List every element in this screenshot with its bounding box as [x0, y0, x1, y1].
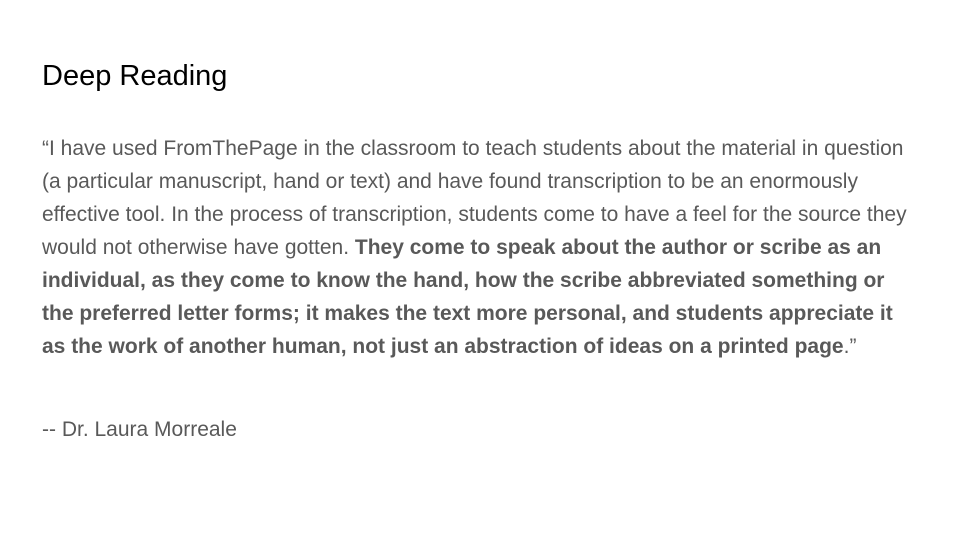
- quote-closing: .”: [843, 335, 857, 358]
- slide-title: Deep Reading: [42, 60, 228, 92]
- quote-paragraph: “I have used FromThePage in the classroo…: [42, 132, 908, 363]
- quote-attribution: -- Dr. Laura Morreale: [42, 418, 237, 441]
- slide: Deep Reading “I have used FromThePage in…: [0, 0, 960, 540]
